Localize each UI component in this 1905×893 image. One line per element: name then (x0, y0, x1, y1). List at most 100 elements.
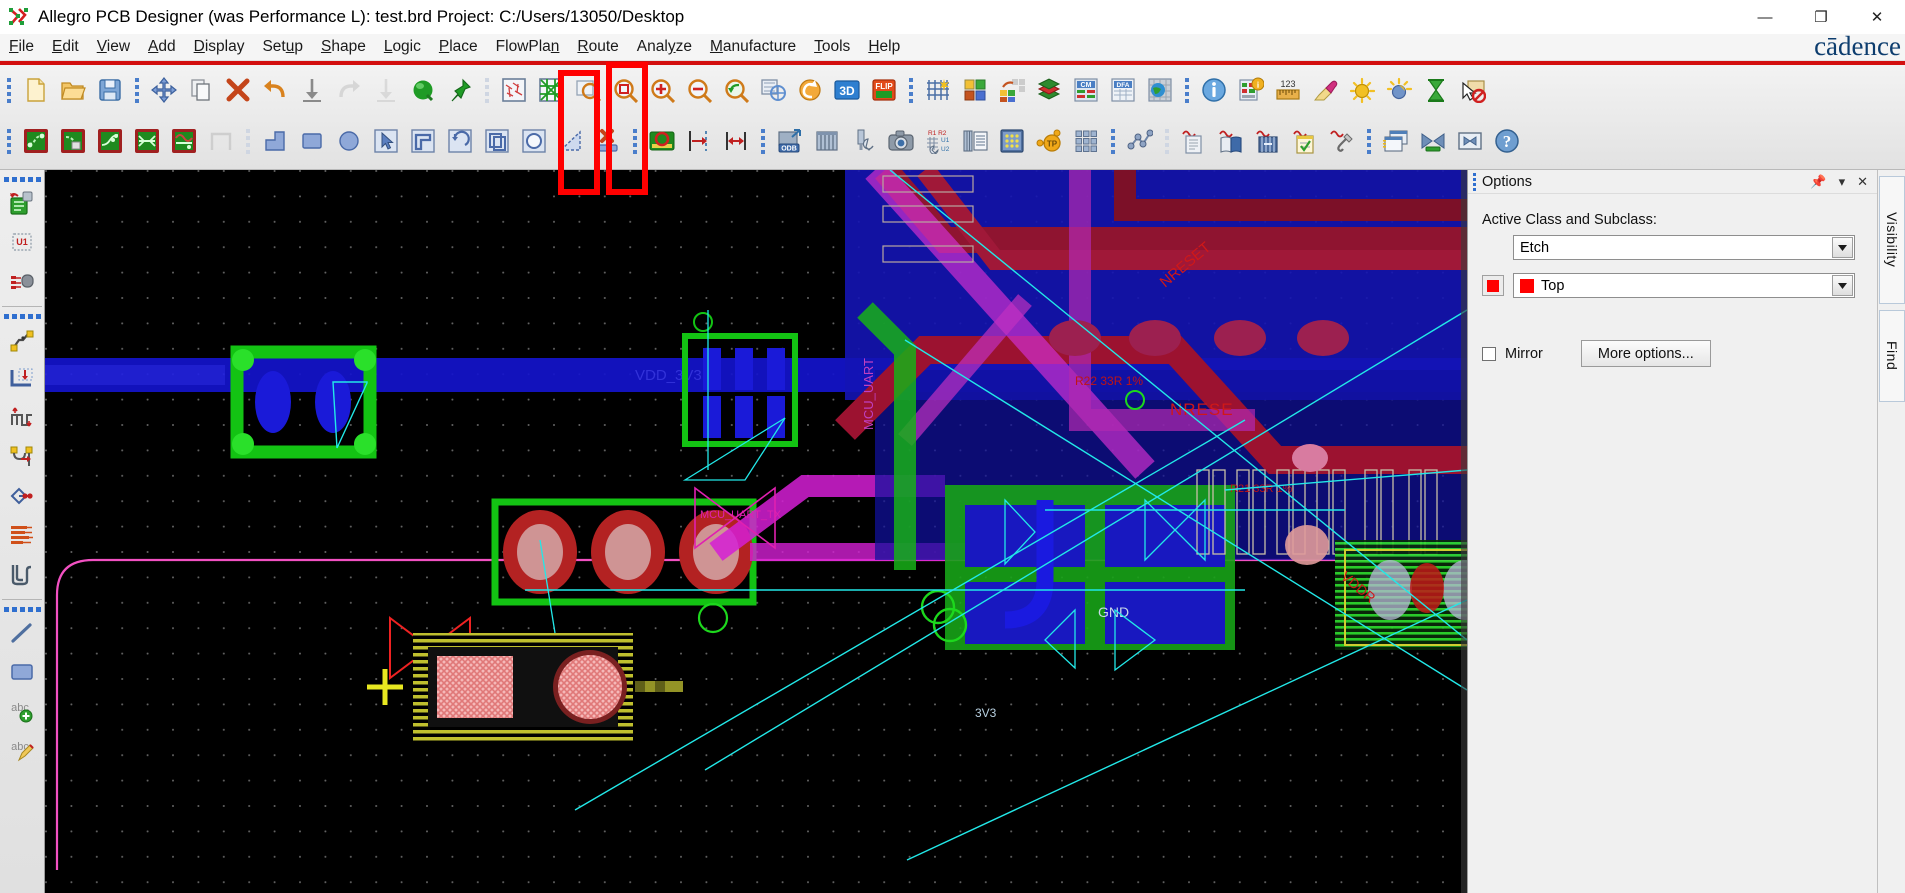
sidebar-add-connect[interactable] (0, 323, 43, 362)
pcb-canvas[interactable]: VDD_3V3 (45, 170, 1467, 893)
signal-analysis-button[interactable] (1121, 122, 1158, 160)
phase-tune-button[interactable] (165, 122, 202, 160)
toolbar-drag-grip[interactable] (905, 73, 916, 107)
shape-corner-button[interactable] (552, 122, 589, 160)
color-palette-button[interactable] (956, 71, 993, 109)
chevron-down-icon[interactable] (1832, 275, 1853, 296)
more-options-button[interactable]: More options... (1581, 340, 1711, 367)
class-combo[interactable]: Etch (1513, 235, 1855, 260)
close-button[interactable]: ✕ (1849, 0, 1905, 34)
tab-visibility[interactable]: Visibility (1879, 176, 1905, 304)
sidebar-drag-grip[interactable] (0, 173, 44, 186)
add-connect-button[interactable] (17, 122, 54, 160)
subclass-color-button[interactable] (1482, 275, 1504, 296)
zoom-world-button[interactable] (754, 71, 791, 109)
toolbar-drag-grip[interactable] (1181, 73, 1192, 107)
shape-compose-button[interactable] (404, 122, 441, 160)
menu-file[interactable]: File (0, 36, 43, 58)
si-model-button[interactable] (1249, 122, 1286, 160)
grid-toggle-button[interactable] (919, 71, 956, 109)
photoplot-button[interactable] (882, 122, 919, 160)
new-file-button[interactable] (17, 71, 54, 109)
minimize-button[interactable]: — (1737, 0, 1793, 34)
testpoint-button[interactable]: TP (1030, 122, 1067, 160)
custom-smooth-button[interactable] (128, 122, 165, 160)
menu-edit[interactable]: Edit (43, 36, 88, 58)
drill-param-button[interactable] (845, 122, 882, 160)
menu-logic[interactable]: Logic (375, 36, 430, 58)
dehighlight-button[interactable] (1380, 71, 1417, 109)
toolbar-drag-grip[interactable] (1363, 124, 1374, 158)
zoom-in-button[interactable] (643, 71, 680, 109)
sidebar-custom-smooth[interactable] (0, 440, 43, 479)
menu-display[interactable]: Display (185, 36, 254, 58)
toolbar-drag-grip[interactable] (131, 73, 142, 107)
toolbar-drag-grip[interactable] (3, 124, 14, 158)
window-cascade-button[interactable] (1377, 122, 1414, 160)
toolbar-drag-grip[interactable] (757, 124, 768, 158)
si-audit-button[interactable] (1286, 122, 1323, 160)
toolbar-drag-grip[interactable] (3, 73, 14, 107)
toolbar-drag-grip[interactable] (629, 124, 640, 158)
cross-section-button[interactable] (1030, 71, 1067, 109)
toolbar-drag-grip[interactable] (481, 73, 492, 107)
menu-help[interactable]: Help (859, 36, 909, 58)
sidebar-add-rect[interactable] (0, 655, 43, 694)
close-icon[interactable]: ✕ (1857, 175, 1868, 188)
pin-button[interactable] (441, 71, 478, 109)
drc-check-button[interactable] (643, 122, 680, 160)
help-button[interactable]: ? (1488, 122, 1525, 160)
constraint-manager-button[interactable]: CM (1067, 71, 1104, 109)
shape-void-circle-button[interactable] (515, 122, 552, 160)
si-report-button[interactable] (1175, 122, 1212, 160)
menu-flowplan[interactable]: FlowPlan (487, 36, 569, 58)
cancel-cursor-button[interactable] (1454, 71, 1491, 109)
global-button[interactable] (1141, 71, 1178, 109)
menu-place[interactable]: Place (430, 36, 487, 58)
sidebar-add-line[interactable] (0, 616, 43, 655)
panel-editor-button[interactable] (1067, 122, 1104, 160)
menu-view[interactable]: View (88, 36, 139, 58)
save-file-button[interactable] (91, 71, 128, 109)
sidebar-vertex[interactable] (0, 479, 43, 518)
sidebar-drag-grip[interactable] (0, 310, 44, 323)
waiting-button[interactable] (1417, 71, 1454, 109)
menu-analyze[interactable]: Analyze (628, 36, 701, 58)
dimension-edge-button[interactable] (680, 122, 717, 160)
toolbar-drag-grip[interactable] (242, 124, 253, 158)
copy-button[interactable] (182, 71, 219, 109)
zoom-selection-button[interactable] (606, 71, 643, 109)
undo-button[interactable] (256, 71, 293, 109)
odb-export-button[interactable]: ODB (771, 122, 808, 160)
redraw-button[interactable] (791, 71, 828, 109)
menu-manufacture[interactable]: Manufacture (701, 36, 805, 58)
view-3d-button[interactable]: 3D (828, 71, 865, 109)
panel-drag-grip[interactable] (1473, 173, 1476, 191)
bowtie-frame-button[interactable] (1451, 122, 1488, 160)
sidebar-quickplace[interactable]: U1 (0, 225, 43, 264)
delay-tune-button[interactable] (91, 122, 128, 160)
zoom-fit-button[interactable] (569, 71, 606, 109)
nc-drill-button[interactable] (808, 122, 845, 160)
shape-delete-button[interactable] (589, 122, 626, 160)
si-library-button[interactable] (1212, 122, 1249, 160)
sidebar-bus-route[interactable] (0, 518, 43, 557)
sidebar-drag-grip[interactable] (0, 603, 44, 616)
subclass-combo[interactable]: Top (1513, 273, 1855, 298)
drill-legend-button[interactable] (956, 122, 993, 160)
toolbar-drag-grip[interactable] (1107, 124, 1118, 158)
move-button[interactable] (145, 71, 182, 109)
chevron-down-icon[interactable] (1832, 237, 1853, 258)
assign-color-button[interactable] (1343, 71, 1380, 109)
shape-rect-button[interactable] (293, 122, 330, 160)
slide-button[interactable] (54, 122, 91, 160)
shape-rotate-button[interactable] (441, 122, 478, 160)
highlight-button[interactable] (1306, 71, 1343, 109)
undo-all-button[interactable] (293, 71, 330, 109)
toolbar-drag-grip[interactable] (1161, 124, 1172, 158)
sidebar-spread-between[interactable] (0, 557, 43, 596)
tab-find[interactable]: Find (1879, 310, 1905, 402)
flip-design-button[interactable]: FLIP (865, 71, 902, 109)
mirror-checkbox[interactable] (1482, 347, 1496, 361)
menu-shape[interactable]: Shape (312, 36, 375, 58)
